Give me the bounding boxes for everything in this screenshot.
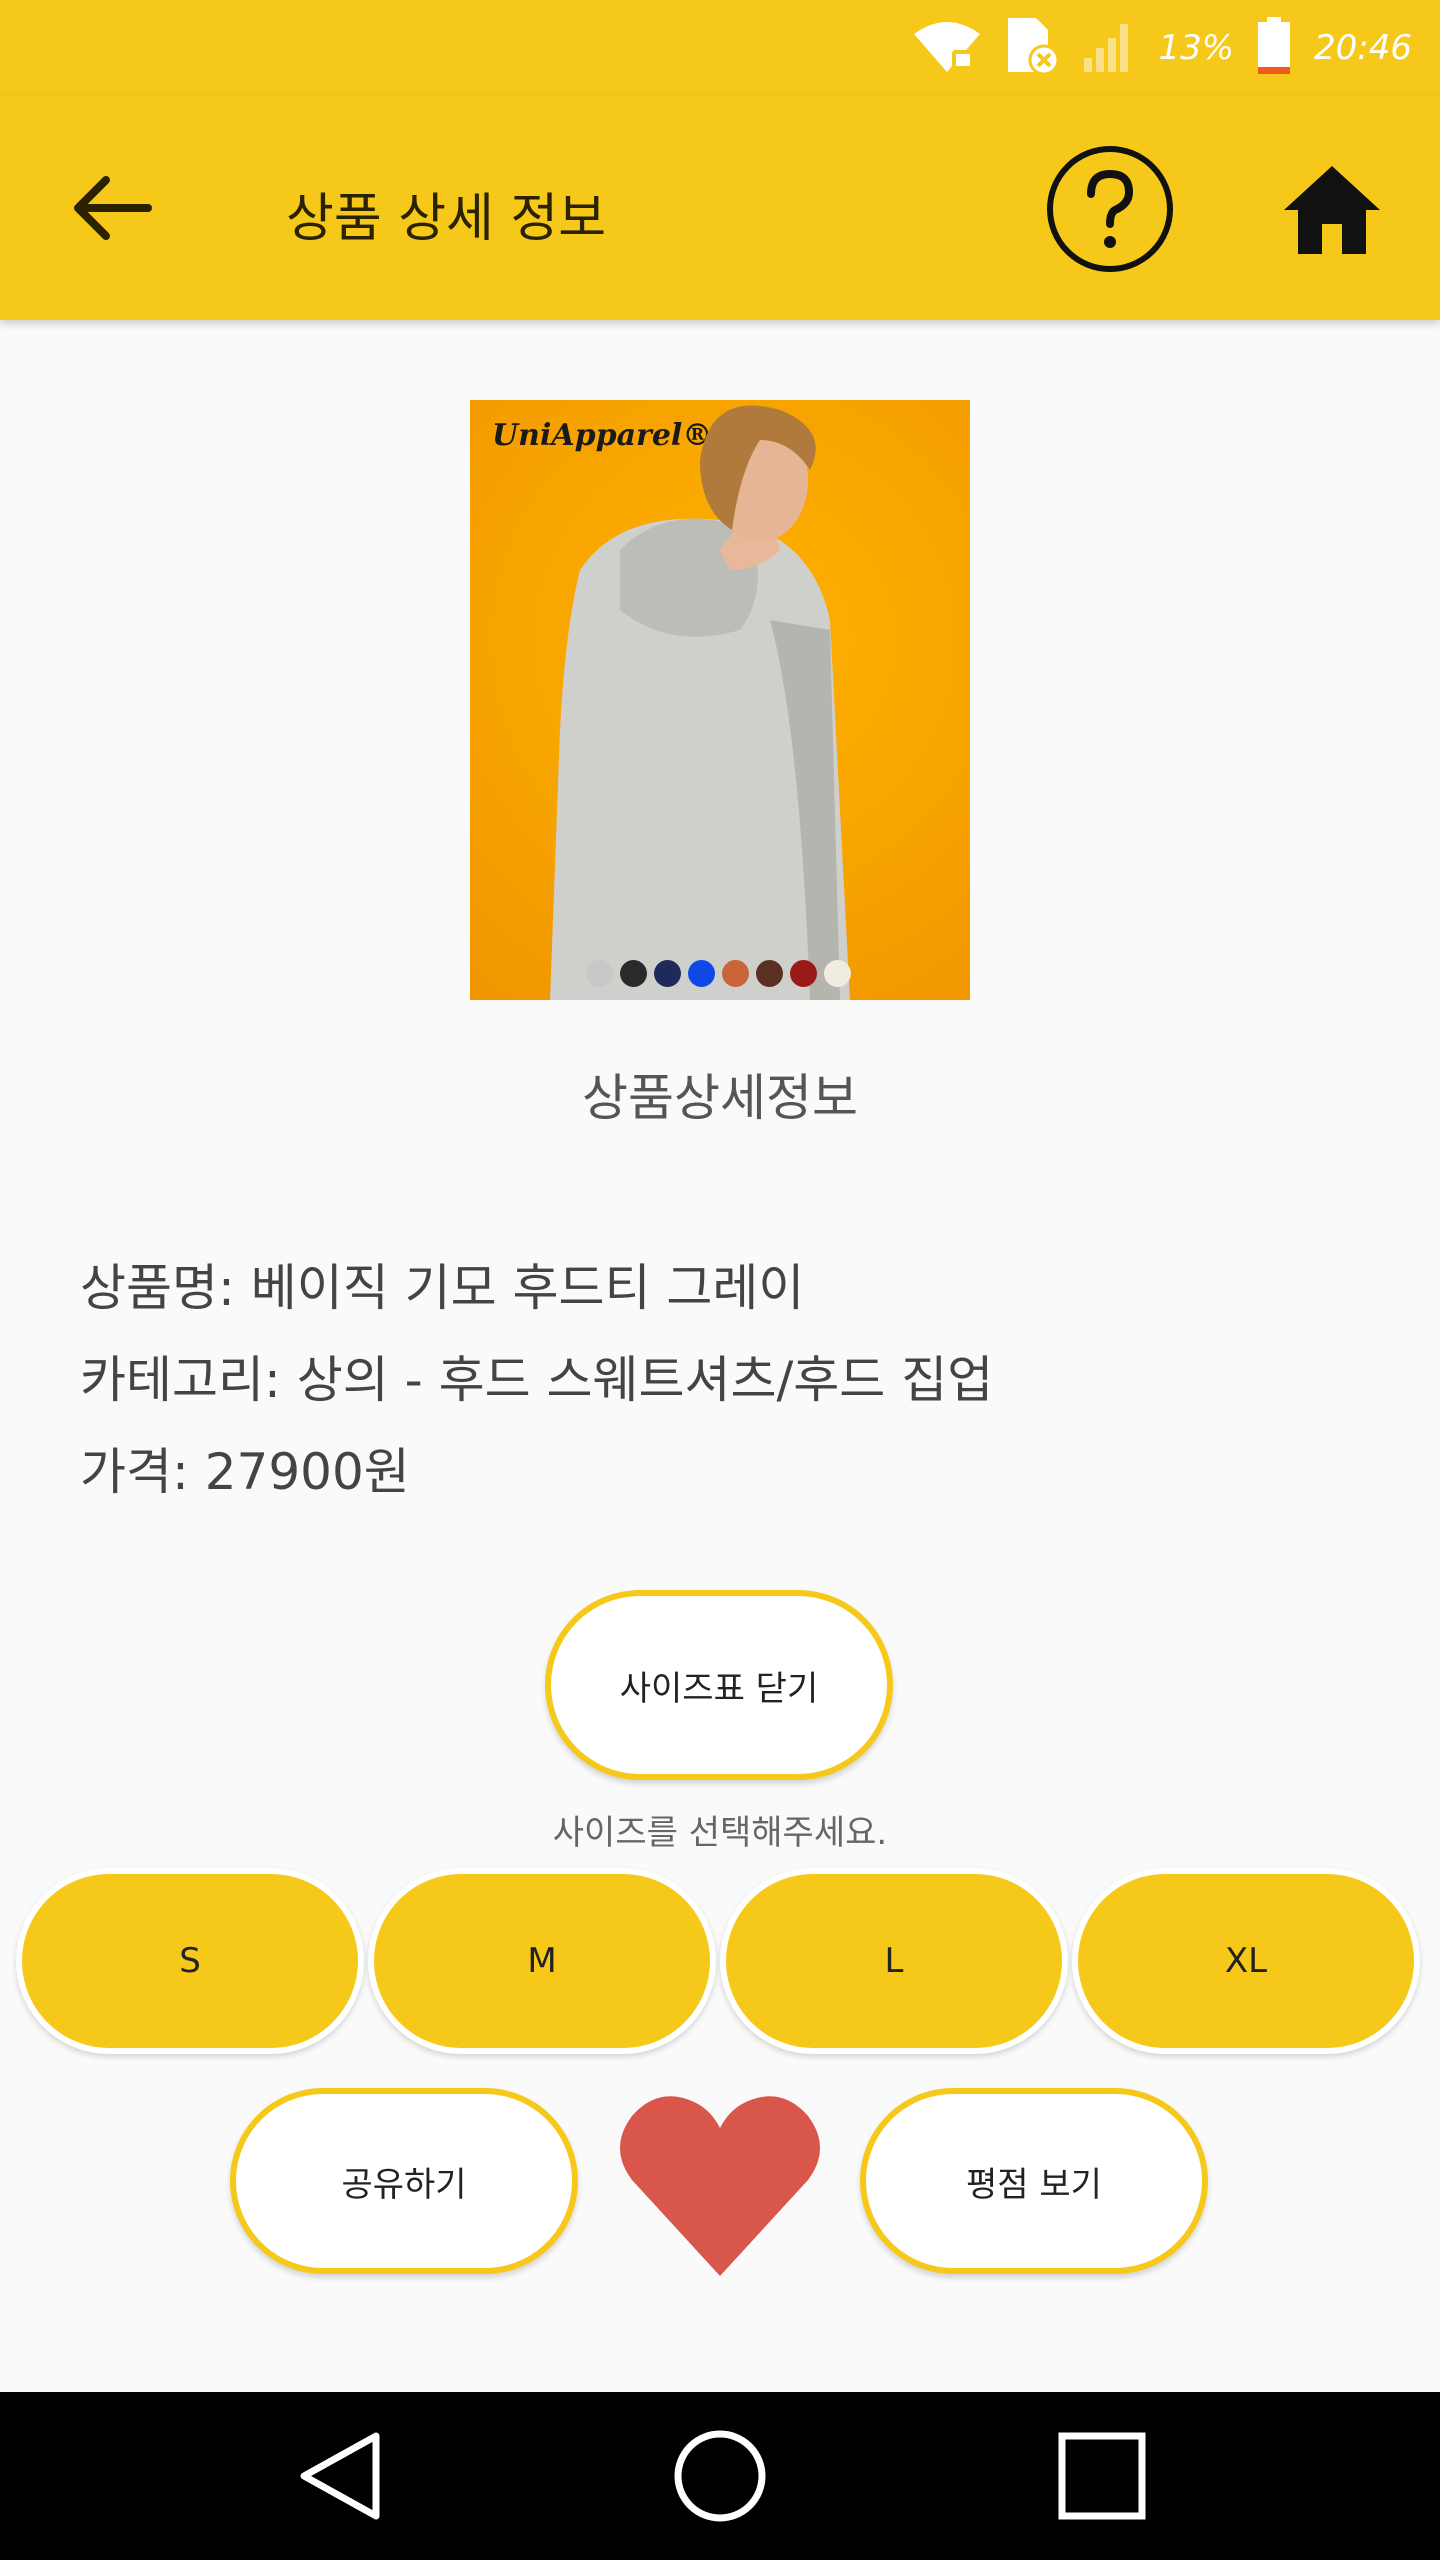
help-circle-icon	[1047, 146, 1173, 272]
recents-square-icon	[1058, 2432, 1146, 2520]
color-swatch	[756, 960, 783, 987]
color-swatch	[620, 960, 647, 987]
like-button[interactable]	[618, 2090, 822, 2280]
help-button[interactable]	[1045, 144, 1175, 274]
system-nav-bar	[0, 2392, 1440, 2560]
status-bar: 13% 20:46	[0, 0, 1440, 96]
sim-error-icon	[1004, 16, 1060, 80]
product-price: 가격: 27900원	[80, 1443, 410, 1501]
arrow-left-icon	[74, 176, 152, 240]
battery-icon	[1256, 17, 1292, 79]
product-image[interactable]: UniApparel®	[470, 400, 970, 1000]
color-swatch	[654, 960, 681, 987]
model-illustration	[550, 405, 850, 1000]
size-chart-toggle-button[interactable]: 사이즈표 닫기	[545, 1590, 893, 1780]
status-icons: 13% 20:46	[912, 14, 1412, 82]
nav-recents-button[interactable]	[1052, 2426, 1152, 2526]
heart-icon	[620, 2096, 820, 2276]
back-triangle-icon	[300, 2432, 380, 2520]
nav-back-button[interactable]	[290, 2426, 390, 2526]
share-button[interactable]: 공유하기	[230, 2088, 578, 2274]
app-bar: 상품 상세 정보	[0, 96, 1440, 320]
color-swatch	[790, 960, 817, 987]
size-button-xl[interactable]: XL	[1072, 1868, 1420, 2054]
color-swatch	[824, 960, 851, 987]
size-button-m[interactable]: M	[368, 1868, 716, 2054]
color-swatch	[722, 960, 749, 987]
wifi-locked-icon	[912, 18, 982, 78]
size-hint: 사이즈를 선택해주세요.	[552, 1813, 888, 1853]
clock: 20:46	[1314, 28, 1412, 68]
section-title: 상품상세정보	[582, 1069, 858, 1127]
size-button-l[interactable]: L	[720, 1868, 1068, 2054]
size-button-s[interactable]: S	[16, 1868, 364, 2054]
nav-home-button[interactable]	[670, 2426, 770, 2526]
page-title: 상품 상세 정보	[286, 189, 607, 249]
battery-percent: 13%	[1158, 28, 1235, 68]
rating-button[interactable]: 평점 보기	[860, 2088, 1208, 2274]
color-swatches	[586, 960, 851, 987]
home-icon	[1284, 166, 1380, 254]
product-name: 상품명: 베이직 기모 후드티 그레이	[80, 1259, 805, 1317]
home-button[interactable]	[1280, 158, 1384, 262]
home-circle-icon	[674, 2430, 766, 2522]
color-swatch	[586, 960, 613, 987]
color-swatch	[688, 960, 715, 987]
back-button[interactable]	[66, 162, 158, 254]
product-category: 카테고리: 상의 - 후드 스웨트셔츠/후드 집업	[80, 1351, 994, 1409]
signal-icon	[1082, 18, 1136, 78]
